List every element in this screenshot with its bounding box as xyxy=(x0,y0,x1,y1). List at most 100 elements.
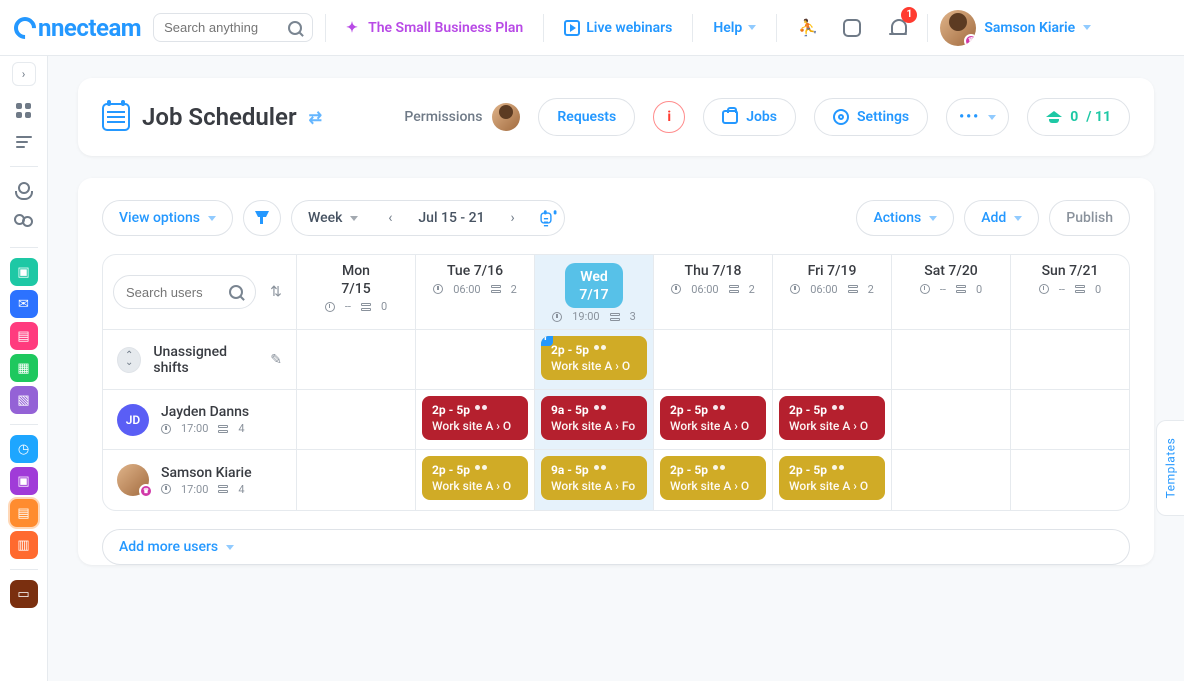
user-header-cell[interactable]: ♛Samson Kiarie17:004 xyxy=(103,450,297,510)
jobs-button[interactable]: Jobs xyxy=(703,98,796,136)
permissions-button[interactable]: Permissions xyxy=(404,103,520,131)
filter-button[interactable] xyxy=(243,200,281,236)
layers-icon xyxy=(218,485,228,493)
add-button[interactable]: Add xyxy=(964,200,1039,236)
day-header[interactable]: Wed7/1719:003 xyxy=(535,255,654,329)
sidebar-item-apps[interactable] xyxy=(10,96,38,124)
sidebar-app-6[interactable]: ◷ xyxy=(10,435,38,463)
schedule-cell[interactable]: 12p - 5pWork site A › O xyxy=(535,330,654,389)
day-header[interactable]: Sun 7/21--0 xyxy=(1011,255,1129,329)
schedule-cell[interactable] xyxy=(297,330,416,389)
schedule-cell[interactable] xyxy=(892,450,1011,510)
more-button[interactable]: ••• xyxy=(946,98,1009,136)
schedule-cell[interactable] xyxy=(892,330,1011,389)
sidebar-app-10[interactable]: ▭ xyxy=(10,580,38,608)
schedule-cell[interactable]: 2p - 5pWork site A › O xyxy=(773,390,892,449)
today-button[interactable] xyxy=(529,200,565,236)
sidebar: › ▣ ✉ ▤ ▦ ▧ ◷ ▣ ▤ ▥ ▭ xyxy=(0,56,48,681)
help-link[interactable]: Help xyxy=(705,14,764,42)
chat-button[interactable] xyxy=(835,11,869,45)
sidebar-app-3[interactable]: ▤ xyxy=(10,322,38,350)
counter-pill[interactable]: 0 / 11 xyxy=(1027,98,1130,136)
schedule-cell[interactable] xyxy=(297,390,416,449)
shift-time: 2p - 5p xyxy=(551,342,637,358)
next-button[interactable]: › xyxy=(497,210,529,226)
schedule-cell[interactable]: 2p - 5pWork site A › O xyxy=(654,450,773,510)
user-header-cell[interactable]: JDJayden Danns17:004 xyxy=(103,390,297,449)
schedule-cell[interactable] xyxy=(416,330,535,389)
shift-time: 2p - 5p xyxy=(789,402,875,418)
shift-card[interactable]: 2p - 5pWork site A › O xyxy=(779,456,885,500)
sidebar-app-1[interactable]: ▣ xyxy=(10,258,38,286)
sidebar-app-9[interactable]: ▥ xyxy=(10,531,38,559)
schedule-cell[interactable]: 9a - 5pWork site A › Fo xyxy=(535,390,654,449)
sidebar-expand-button[interactable]: › xyxy=(12,62,36,86)
day-header[interactable]: Mon7/15--0 xyxy=(297,255,416,329)
day-header[interactable]: Thu 7/1806:002 xyxy=(654,255,773,329)
sidebar-item-list[interactable] xyxy=(10,128,38,156)
actions-button[interactable]: Actions xyxy=(856,200,954,236)
schedule-cell[interactable] xyxy=(1011,390,1129,449)
unassigned-row: Unassigned shifts ✎ 12p - 5pWork site A … xyxy=(103,330,1129,390)
sidebar-item-users[interactable] xyxy=(10,209,38,237)
search-input[interactable] xyxy=(153,13,313,42)
business-plan-link[interactable]: The Small Business Plan xyxy=(338,14,531,42)
shift-card[interactable]: 2p - 5pWork site A › O xyxy=(660,456,766,500)
sort-button[interactable]: ⇅ xyxy=(266,277,286,307)
shift-location: Work site A › O xyxy=(789,478,875,494)
chevron-down-icon xyxy=(350,216,358,221)
prev-button[interactable]: ‹ xyxy=(374,210,406,226)
sidebar-app-5[interactable]: ▧ xyxy=(10,386,38,414)
schedule-cell[interactable] xyxy=(1011,330,1129,389)
shift-card[interactable]: 2p - 5pWork site A › O xyxy=(779,396,885,440)
schedule-cell[interactable] xyxy=(1011,450,1129,510)
shift-card[interactable]: 9a - 5pWork site A › Fo xyxy=(541,456,647,500)
view-options-label: View options xyxy=(119,210,200,226)
webinars-link[interactable]: Live webinars xyxy=(556,14,680,42)
magic-wand-icon[interactable]: ✎ xyxy=(270,352,282,368)
sidebar-app-2[interactable]: ✉ xyxy=(10,290,38,318)
shift-card[interactable]: 2p - 5pWork site A › O xyxy=(422,396,528,440)
sidebar-app-8-active[interactable]: ▤ xyxy=(10,499,38,527)
shift-card[interactable]: 2p - 5pWork site A › O xyxy=(422,456,528,500)
logo[interactable]: nnecteam xyxy=(14,14,141,42)
requests-button[interactable]: Requests xyxy=(538,98,635,136)
day-header[interactable]: Tue 7/1606:002 xyxy=(416,255,535,329)
schedule-cell[interactable] xyxy=(773,330,892,389)
templates-tab[interactable]: Templates xyxy=(1156,420,1184,516)
settings-button[interactable]: Settings xyxy=(814,98,928,136)
search-users-field[interactable] xyxy=(126,285,221,300)
sidebar-app-7[interactable]: ▣ xyxy=(10,467,38,495)
shift-card[interactable]: 9a - 5pWork site A › Fo xyxy=(541,396,647,440)
add-users-button[interactable]: Add more users xyxy=(102,529,1130,565)
schedule-cell[interactable] xyxy=(892,390,1011,449)
day-header[interactable]: Sat 7/20--0 xyxy=(892,255,1011,329)
publish-button[interactable]: Publish xyxy=(1049,200,1130,236)
swap-icon[interactable]: ⇄ xyxy=(309,108,322,127)
schedule-cell[interactable]: 9a - 5pWork site A › Fo xyxy=(535,450,654,510)
schedule-cell[interactable]: 2p - 5pWork site A › O xyxy=(416,450,535,510)
templates-label: Templates xyxy=(1164,438,1178,499)
day-header[interactable]: Fri 7/1906:002 xyxy=(773,255,892,329)
schedule-cell[interactable]: 2p - 5pWork site A › O xyxy=(416,390,535,449)
day-hours: 06:00 xyxy=(453,283,480,296)
notifications-button[interactable]: 1 xyxy=(881,11,915,45)
schedule-cell[interactable] xyxy=(297,450,416,510)
schedule-cell[interactable]: 2p - 5pWork site A › O xyxy=(654,390,773,449)
sidebar-app-4[interactable]: ▦ xyxy=(10,354,38,382)
search-field[interactable] xyxy=(164,20,274,35)
sparkle-icon xyxy=(346,20,362,36)
accessibility-button[interactable]: ⛹ xyxy=(789,11,823,45)
schedule-cell[interactable] xyxy=(654,330,773,389)
period-button[interactable]: Week xyxy=(291,200,374,236)
schedule-cell[interactable]: 2p - 5pWork site A › O xyxy=(773,450,892,510)
search-users-input[interactable] xyxy=(113,275,256,309)
layers-icon xyxy=(848,285,858,293)
user-menu[interactable]: ♛ Samson Kiarie xyxy=(940,10,1091,46)
sidebar-item-user[interactable] xyxy=(10,177,38,205)
alert-button[interactable]: i xyxy=(653,101,685,133)
view-options-button[interactable]: View options xyxy=(102,200,233,236)
collapse-icon[interactable] xyxy=(117,347,141,373)
shift-card[interactable]: 2p - 5pWork site A › O xyxy=(660,396,766,440)
shift-card[interactable]: 12p - 5pWork site A › O xyxy=(541,336,647,380)
